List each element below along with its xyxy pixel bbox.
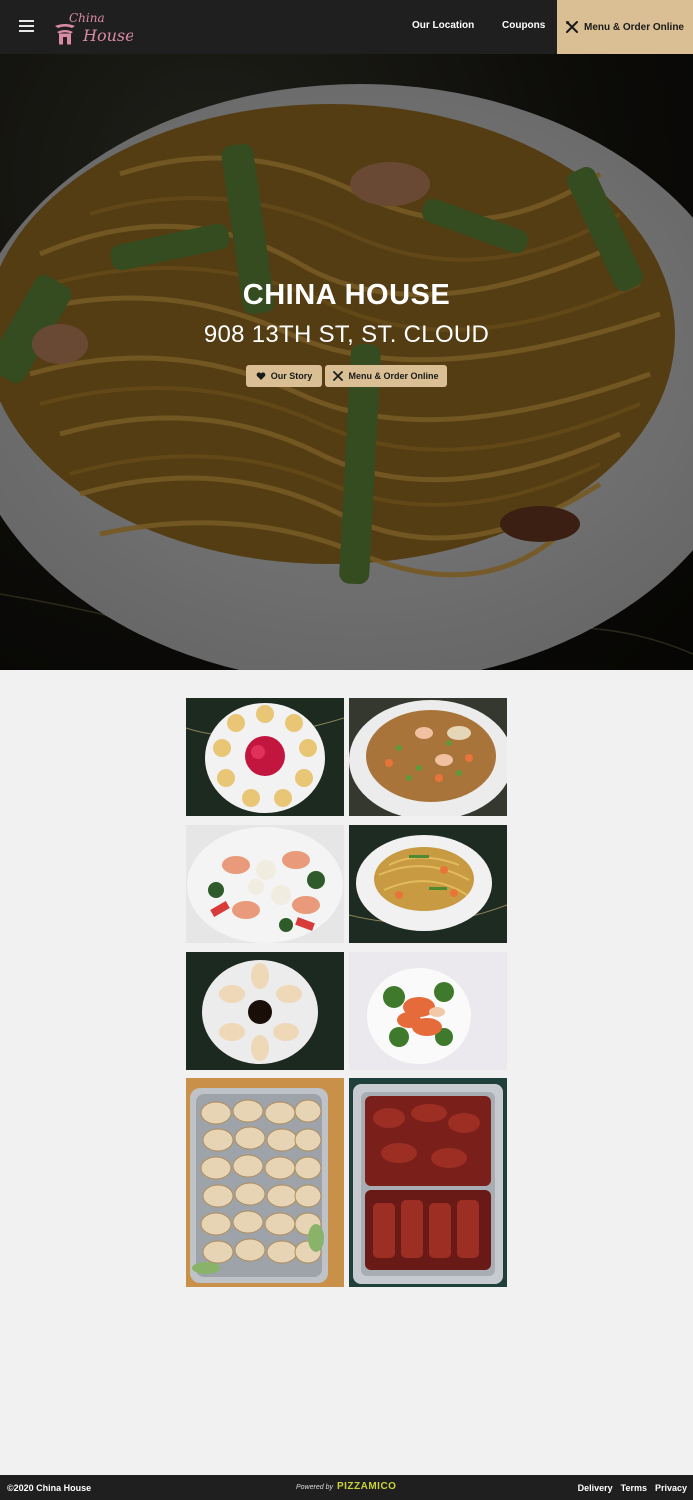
fried-rice-photo[interactable] — [349, 698, 507, 816]
potstickers-tray-photo[interactable] — [186, 1078, 344, 1287]
hero-section: CHINA HOUSE 908 13TH ST, ST. CLOUD Our S… — [0, 54, 693, 670]
powered-by-label: Powered by — [296, 1484, 333, 1491]
hero-menu-order-button[interactable]: Menu & Order Online — [325, 365, 447, 387]
pizzamico-logo: PIZZAMICO — [336, 1481, 397, 1492]
copyright-text: ©2020 China House — [7, 1483, 92, 1493]
nav-menu-order-button[interactable]: Menu & Order Online — [557, 0, 693, 54]
svg-text:China: China — [69, 11, 105, 25]
site-header: China House Our Location Coupons Menu & … — [0, 0, 693, 54]
site-footer: ©2020 China House Powered by PIZZAMICO D… — [0, 1475, 693, 1500]
heart-icon — [256, 372, 266, 380]
footer-links: Delivery Terms Privacy — [578, 1483, 687, 1493]
hero-overlay — [0, 54, 693, 670]
crab-rangoon-photo[interactable] — [186, 698, 344, 816]
dumplings-plate-photo[interactable] — [186, 952, 344, 1070]
singapore-noodles-photo[interactable] — [349, 825, 507, 943]
footer-link-privacy[interactable]: Privacy — [655, 1483, 687, 1493]
spare-ribs-tray-photo[interactable] — [349, 1078, 507, 1287]
nav-coupons[interactable]: Coupons — [502, 20, 545, 31]
nav-order-label: Menu & Order Online — [583, 21, 684, 33]
our-story-button[interactable]: Our Story — [246, 365, 322, 387]
hero-address: 908 13TH ST, ST. CLOUD — [203, 321, 490, 348]
nav-our-location[interactable]: Our Location — [412, 20, 474, 31]
our-story-label: Our Story — [270, 371, 313, 381]
footer-link-delivery[interactable]: Delivery — [578, 1483, 613, 1493]
seafood-stir-fry-photo[interactable] — [186, 825, 344, 943]
utensils-icon — [333, 371, 344, 381]
shrimp-broccoli-photo[interactable] — [349, 952, 507, 1070]
hamburger-menu-icon[interactable] — [19, 20, 34, 33]
footer-link-terms[interactable]: Terms — [621, 1483, 647, 1493]
china-house-logo[interactable]: China House — [53, 6, 135, 48]
powered-by[interactable]: Powered by PIZZAMICO — [296, 1481, 396, 1492]
svg-text:House: House — [82, 26, 133, 45]
hero-menu-order-label: Menu & Order Online — [348, 371, 439, 381]
utensils-icon — [565, 21, 578, 33]
hero-title: CHINA HOUSE — [242, 279, 451, 311]
